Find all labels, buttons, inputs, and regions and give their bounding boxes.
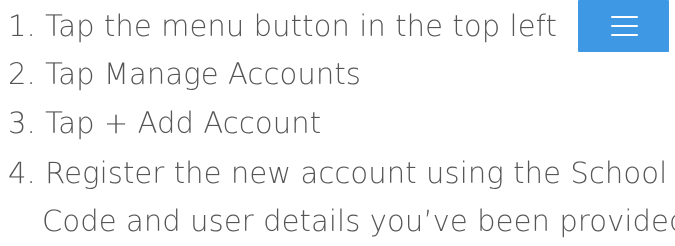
step-3-text: 3. Tap + Add Account — [8, 106, 322, 140]
step-4-text: 4. Register the new account using the Sc… — [8, 156, 668, 190]
hamburger-menu-icon-bar — [611, 25, 638, 27]
hamburger-menu-icon-bar — [611, 34, 638, 36]
hamburger-menu-icon — [611, 16, 638, 18]
menu-button-illustration — [578, 0, 669, 52]
step-1-text: 1. Tap the menu button in the top left — [8, 9, 557, 43]
instruction-list: 1. Tap the menu button in the top left 2… — [0, 0, 675, 246]
step-2-text: 2. Tap Manage Accounts — [8, 57, 362, 91]
step-4-continuation-text: Code and user details you’ve been provid… — [42, 204, 675, 238]
